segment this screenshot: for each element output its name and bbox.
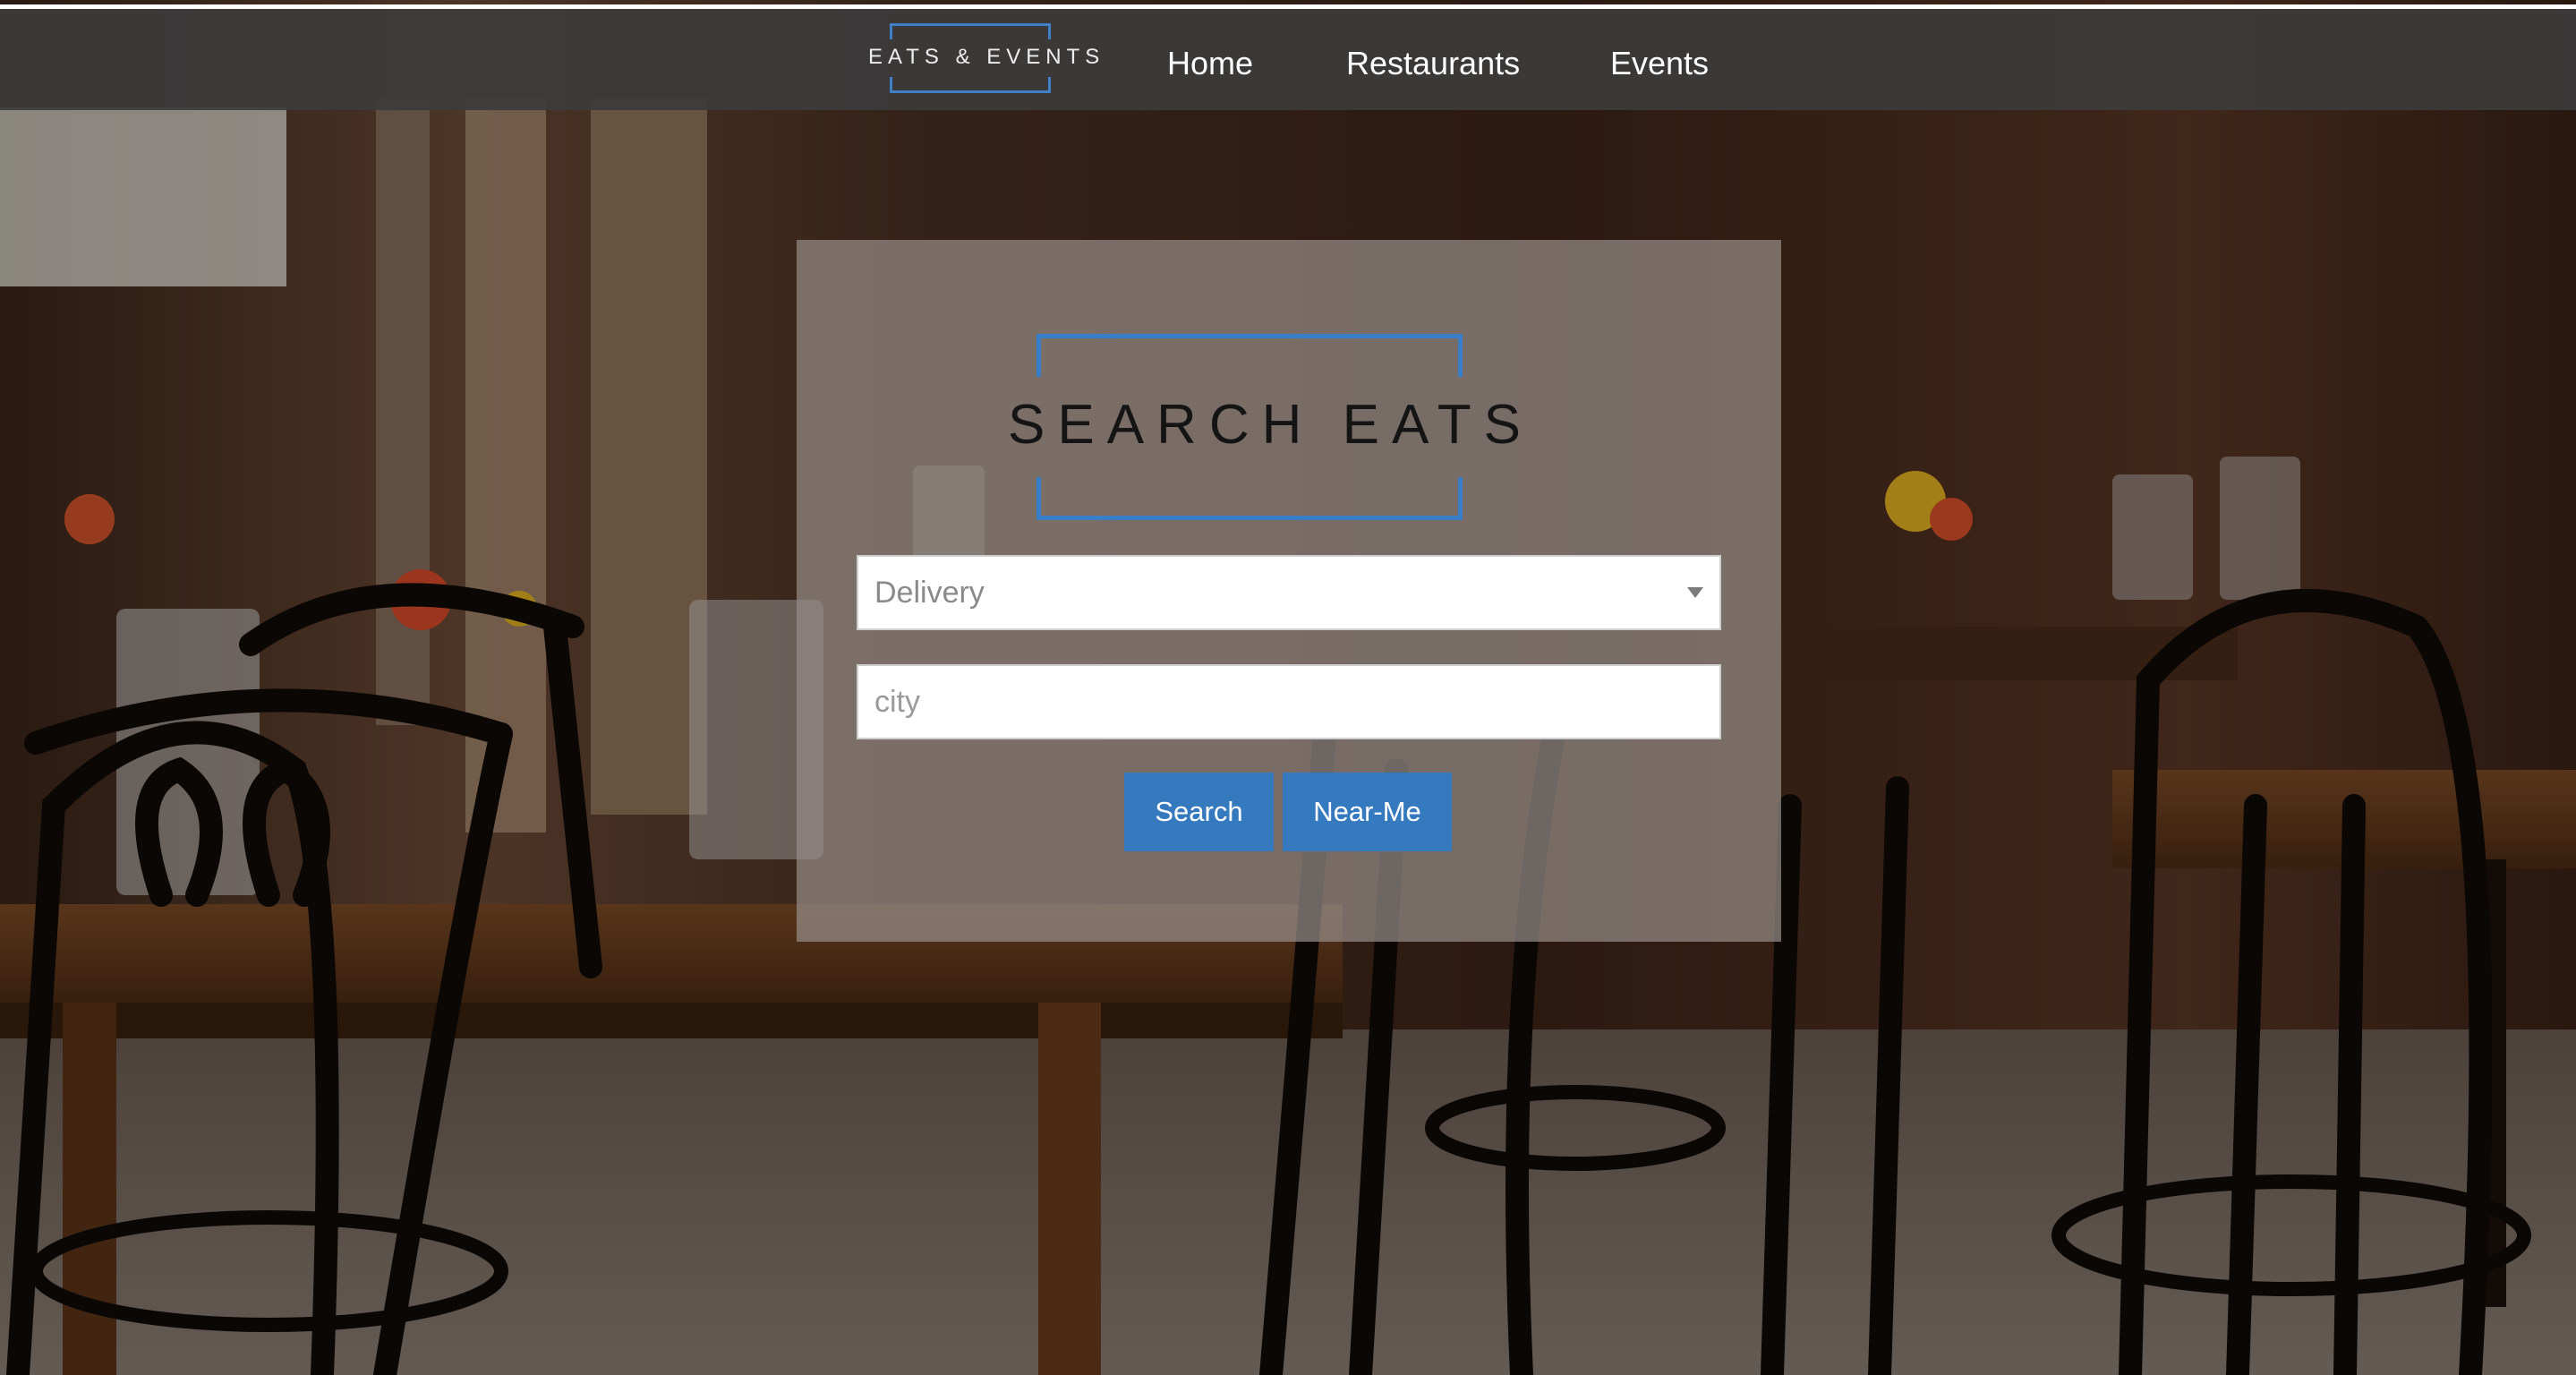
logo-bracket-bottom [890, 77, 1051, 93]
near-me-button[interactable]: Near-Me [1283, 773, 1452, 851]
search-logo-bracket-top [1036, 334, 1463, 377]
nav-logo-text: EATS & EVENTS [868, 45, 1105, 69]
nav-link-restaurants[interactable]: Restaurants [1346, 45, 1520, 82]
eats-and-events-logo[interactable]: EATS & EVENTS [868, 23, 1105, 95]
search-button[interactable]: Search [1124, 773, 1274, 851]
search-logo-text: SEARCH EATS [1008, 394, 1533, 456]
logo-bracket-top [890, 23, 1051, 39]
service-type-select[interactable]: Delivery [858, 557, 1719, 628]
nav-link-home[interactable]: Home [1167, 45, 1253, 82]
service-type-select-wrapper: Delivery [857, 555, 1721, 630]
search-logo-bracket-bottom [1036, 477, 1463, 520]
search-panel: SEARCH EATS Delivery Search Near-Me [797, 240, 1781, 942]
nav-link-events[interactable]: Events [1610, 45, 1709, 82]
city-input[interactable] [858, 666, 1719, 738]
city-field-wrapper [857, 664, 1721, 739]
search-eats-logo: SEARCH EATS [1008, 334, 1521, 522]
page: EATS & EVENTS Home Restaurants Events SE… [0, 0, 2576, 1375]
top-navbar: EATS & EVENTS Home Restaurants Events [0, 4, 2576, 110]
